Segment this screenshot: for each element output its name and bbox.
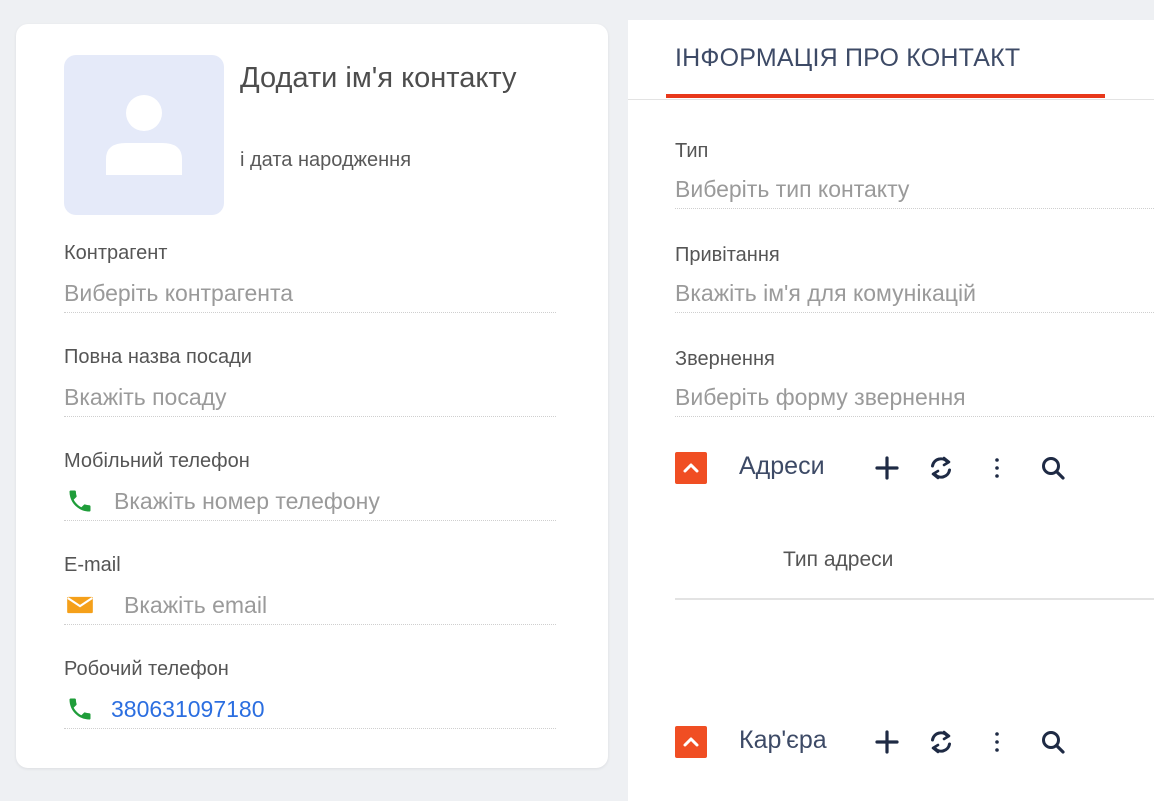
chevron-up-icon bbox=[683, 737, 699, 747]
email-label: E-mail bbox=[64, 554, 121, 576]
mobile-phone-input[interactable]: Вкажіть номер телефону bbox=[114, 488, 380, 515]
envelope-icon[interactable] bbox=[66, 591, 94, 619]
type-select[interactable]: Виберіть тип контакту bbox=[675, 176, 909, 203]
addresses-add-button[interactable] bbox=[871, 452, 903, 484]
job-title-field: Повна назва посади Вкажіть посаду bbox=[64, 336, 556, 417]
person-icon bbox=[106, 95, 182, 175]
work-phone-link[interactable]: 380631097180 bbox=[111, 696, 265, 723]
addresses-section-header: Адреси bbox=[675, 446, 1154, 486]
salutation-label: Звернення bbox=[675, 348, 775, 370]
greeting-input[interactable]: Вкажіть ім'я для комунікацій bbox=[675, 280, 976, 307]
phone-icon[interactable] bbox=[66, 487, 94, 515]
account-input[interactable]: Виберіть контрагента bbox=[64, 280, 293, 307]
career-section-header: Кар'єра bbox=[675, 720, 1154, 760]
plus-icon bbox=[875, 456, 899, 480]
career-collapse-button[interactable] bbox=[675, 726, 707, 758]
account-label: Контрагент bbox=[64, 242, 168, 264]
career-refresh-button[interactable] bbox=[925, 726, 957, 758]
address-type-column-header[interactable]: Тип адреси bbox=[783, 548, 893, 572]
email-input[interactable]: Вкажіть email bbox=[124, 592, 267, 619]
contact-photo[interactable] bbox=[64, 55, 224, 215]
refresh-icon bbox=[931, 456, 951, 480]
job-title-input[interactable]: Вкажіть посаду bbox=[64, 384, 227, 411]
addresses-more-button[interactable] bbox=[981, 452, 1013, 484]
career-search-button[interactable] bbox=[1037, 726, 1069, 758]
addresses-search-button[interactable] bbox=[1037, 452, 1069, 484]
work-phone-field: Робочий телефон 380631097180 bbox=[64, 648, 556, 729]
type-label: Тип bbox=[675, 140, 709, 162]
career-add-button[interactable] bbox=[871, 726, 903, 758]
more-vertical-icon bbox=[995, 458, 999, 478]
more-vertical-icon bbox=[995, 732, 999, 752]
phone-icon[interactable] bbox=[66, 695, 94, 723]
job-title-label: Повна назва посади bbox=[64, 346, 252, 368]
type-field: Тип Виберіть тип контакту bbox=[675, 128, 1154, 209]
mobile-phone-label: Мобільний телефон bbox=[64, 450, 250, 472]
salutation-field: Звернення Виберіть форму звернення bbox=[675, 336, 1154, 417]
salutation-select[interactable]: Виберіть форму звернення bbox=[675, 384, 966, 411]
addresses-grid-header: Тип адреси bbox=[675, 528, 1154, 600]
addresses-title: Адреси bbox=[739, 452, 825, 480]
career-more-button[interactable] bbox=[981, 726, 1013, 758]
mobile-phone-field: Мобільний телефон Вкажіть номер телефону bbox=[64, 440, 556, 521]
greeting-label: Привітання bbox=[675, 244, 780, 266]
birth-date-input[interactable]: і дата народження bbox=[240, 149, 411, 172]
search-icon bbox=[1042, 731, 1065, 754]
tab-divider bbox=[628, 99, 1154, 100]
tab-contact-info[interactable]: ІНФОРМАЦІЯ ПРО КОНТАКТ bbox=[675, 44, 1020, 73]
active-tab-indicator bbox=[666, 94, 1105, 98]
addresses-collapse-button[interactable] bbox=[675, 452, 707, 484]
contact-name-input[interactable]: Додати ім'я контакту bbox=[240, 58, 560, 98]
career-title: Кар'єра bbox=[739, 726, 827, 754]
chevron-up-icon bbox=[683, 463, 699, 473]
greeting-field: Привітання Вкажіть ім'я для комунікацій bbox=[675, 232, 1154, 313]
account-field: Контрагент Виберіть контрагента bbox=[64, 232, 556, 313]
plus-icon bbox=[875, 730, 899, 754]
search-icon bbox=[1042, 457, 1065, 480]
work-phone-label: Робочий телефон bbox=[64, 658, 229, 680]
addresses-refresh-button[interactable] bbox=[925, 452, 957, 484]
contact-info-panel: ІНФОРМАЦІЯ ПРО КОНТАКТ Тип Виберіть тип … bbox=[628, 20, 1154, 801]
email-field: E-mail Вкажіть email bbox=[64, 544, 556, 625]
refresh-icon bbox=[931, 730, 951, 754]
contact-profile-card: Додати ім'я контакту і дата народження К… bbox=[16, 24, 608, 768]
